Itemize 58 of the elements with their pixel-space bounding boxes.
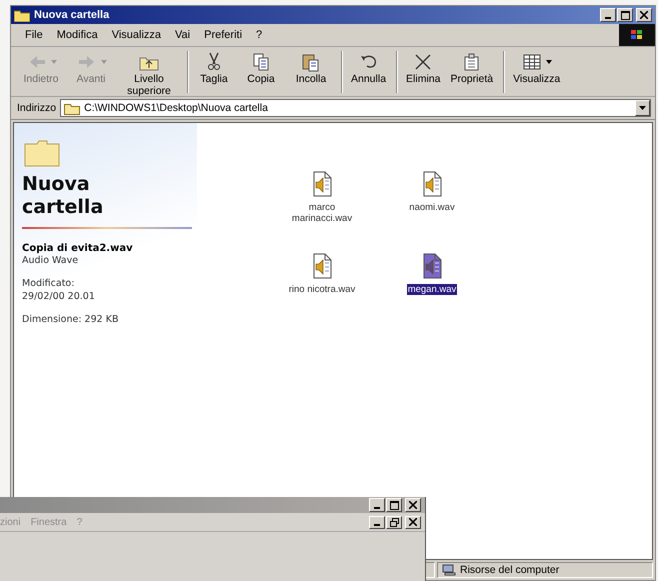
audio-file-icon — [421, 171, 443, 197]
menu-item[interactable]: ? — [256, 29, 262, 41]
menu-item[interactable]: Vai — [175, 29, 190, 41]
folder-icon — [14, 8, 30, 22]
maximize-button[interactable] — [617, 8, 633, 22]
modified-date: 29/02/00 20.01 — [22, 290, 95, 303]
menu-item[interactable]: Preferiti — [204, 29, 242, 41]
menu-item[interactable]: File — [25, 29, 43, 41]
computer-icon — [442, 564, 456, 576]
toolbar-button[interactable]: Elimina — [396, 51, 444, 93]
windows-flag-icon — [630, 29, 644, 41]
close-icon — [409, 518, 417, 526]
wav-document[interactable]: marco marinacci.wav — [277, 171, 367, 224]
minimize-button[interactable] — [369, 516, 385, 528]
toolbar-button[interactable]: Incolla — [287, 51, 335, 85]
folder-icon — [24, 139, 60, 167]
wav-document[interactable]: naomi.wav — [387, 171, 477, 213]
dropdown-arrow-icon — [546, 60, 552, 64]
wav-document[interactable]: megan.wav — [387, 253, 477, 295]
audio-file-icon — [421, 253, 443, 279]
menu-item[interactable]: Modifica — [56, 29, 98, 41]
address-label: Indirizzo — [17, 102, 56, 114]
close-icon — [640, 11, 648, 19]
dropdown-arrow-icon — [639, 106, 646, 110]
modified-label: Modificato: — [22, 277, 74, 290]
restore-button[interactable] — [386, 516, 402, 528]
dropdown-arrow-icon — [100, 60, 106, 64]
toolbar-button[interactable]: Annulla — [341, 51, 390, 93]
toolbar-button[interactable]: Taglia — [187, 51, 235, 93]
file-name: Copia di evita2.wav — [22, 243, 133, 254]
minimize-button[interactable] — [369, 498, 385, 512]
audio-file-icon — [311, 253, 333, 279]
toolbar-button[interactable]: Proprietà — [446, 51, 498, 85]
grid-icon — [521, 52, 544, 72]
status-bar-location: Risorse del computer — [437, 562, 653, 578]
dropdown-button[interactable] — [635, 100, 650, 116]
folder-icon — [64, 102, 80, 114]
file-type: Audio Wave — [22, 254, 78, 267]
dropdown-arrow-icon — [50, 60, 56, 64]
file-size: Dimensione: 292 KB — [22, 313, 118, 326]
address-field[interactable]: C:\WINDOWS1\Desktop\Nuova cartella — [60, 99, 651, 117]
close-button[interactable] — [405, 498, 421, 512]
maximize-button[interactable] — [386, 498, 402, 512]
menu-item[interactable]: Visualizza — [112, 29, 162, 41]
toolbar-button[interactable]: Visualizza — [503, 51, 564, 93]
folder-title: Nuova cartella — [22, 173, 104, 219]
close-button[interactable] — [405, 516, 421, 528]
wav-document[interactable]: rino nicotra.wav — [277, 253, 367, 295]
maximize-icon — [620, 10, 630, 20]
audio-file-icon — [311, 171, 333, 197]
window-title: Nuova cartella — [34, 9, 110, 21]
maximize-icon — [390, 500, 398, 510]
close-button[interactable] — [636, 8, 652, 22]
toolbar-button[interactable]: Copia — [237, 51, 285, 85]
toolbar-button[interactable]: Livello superiore — [117, 51, 181, 97]
minimize-button[interactable] — [600, 8, 616, 22]
close-icon — [409, 501, 417, 509]
restore-icon — [390, 518, 398, 526]
